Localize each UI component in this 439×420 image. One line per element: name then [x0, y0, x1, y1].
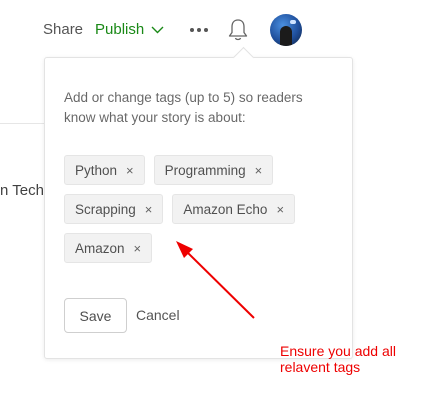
- avatar[interactable]: [270, 14, 302, 46]
- remove-tag-icon[interactable]: ×: [276, 202, 284, 217]
- cancel-button[interactable]: Cancel: [136, 305, 180, 325]
- share-button[interactable]: Share: [43, 20, 83, 40]
- tag-label: Python: [75, 162, 118, 178]
- tag-label: Amazon: [75, 240, 125, 256]
- tag-amazon-echo[interactable]: Amazon Echo ×: [172, 194, 296, 224]
- publish-label: Publish: [95, 21, 145, 38]
- tags-description: Add or change tags (up to 5) so readers …: [64, 90, 303, 125]
- tag-amazon[interactable]: Amazon ×: [64, 233, 153, 263]
- more-horizontal-icon[interactable]: [188, 20, 210, 40]
- bell-icon[interactable]: [227, 17, 249, 43]
- tag-label: Amazon Echo: [183, 201, 268, 217]
- background-text: n Tech: [0, 182, 44, 199]
- divider: [0, 123, 44, 124]
- avatar-highlight: [290, 20, 296, 24]
- remove-tag-icon[interactable]: ×: [134, 241, 142, 256]
- remove-tag-icon[interactable]: ×: [126, 163, 134, 178]
- chevron-down-icon: [151, 26, 164, 34]
- tag-label: Programming: [164, 162, 246, 178]
- tag-python[interactable]: Python ×: [64, 155, 145, 185]
- tag-programming[interactable]: Programming ×: [153, 155, 274, 185]
- save-button[interactable]: Save: [64, 298, 127, 333]
- avatar-figure: [280, 26, 292, 46]
- tag-label: Scrapping: [75, 201, 136, 217]
- remove-tag-icon[interactable]: ×: [145, 202, 153, 217]
- editor-page: Share Publish n Tech Add or change tags …: [0, 0, 439, 420]
- publish-button[interactable]: Publish: [95, 20, 164, 40]
- popover-arrow: [232, 46, 255, 69]
- tag-scrapping[interactable]: Scrapping ×: [64, 194, 164, 224]
- tag-list: Python × Programming × Scrapping × Amazo…: [64, 155, 344, 263]
- remove-tag-icon[interactable]: ×: [255, 163, 263, 178]
- annotation-note: Ensure you add all relavent tags: [280, 343, 396, 375]
- tags-popover: Add or change tags (up to 5) so readers …: [44, 46, 353, 359]
